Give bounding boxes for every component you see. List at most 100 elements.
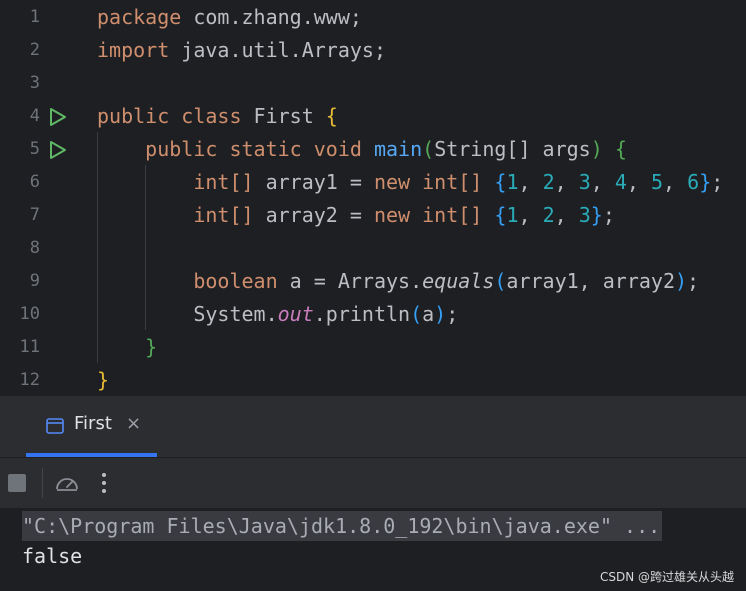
comma: ,: [554, 170, 579, 194]
code-line-8[interactable]: 8: [0, 232, 746, 265]
line-number: 4: [29, 106, 40, 126]
number: 2: [542, 203, 555, 227]
code-line-6[interactable]: 6 int[] array1 = new int[] {1, 2, 3, 4, …: [0, 166, 746, 199]
console-tab-icon: [46, 418, 64, 434]
tab-label: First: [74, 413, 112, 434]
keyword: import: [97, 38, 170, 62]
code-text: array1 =: [253, 170, 374, 194]
code-line-5[interactable]: 5 public static void main(String[] args)…: [0, 133, 746, 166]
line-number: 5: [29, 139, 40, 159]
semicolon: ;: [446, 302, 459, 326]
code-text: System.: [193, 302, 278, 326]
type-keyword: int[]: [193, 203, 254, 227]
console-result-line: false: [22, 544, 83, 568]
toolbar-divider: [42, 468, 43, 498]
number: 1: [506, 170, 519, 194]
type-keyword: int[]: [410, 203, 495, 227]
number: 1: [506, 203, 519, 227]
line-number: 11: [19, 337, 40, 357]
type-keyword: int[]: [193, 170, 254, 194]
run-tool-window: First × "C:\Program Files\Java\jdk1.8.0_…: [0, 396, 746, 591]
code-editor[interactable]: 1 package com.zhang.www; 2 import java.u…: [0, 0, 746, 396]
code-text: array2 =: [253, 203, 374, 227]
code-line-12[interactable]: 12 }: [0, 364, 746, 396]
number: 4: [614, 170, 627, 194]
tab-first[interactable]: First ×: [26, 396, 157, 457]
comma: ,: [663, 170, 688, 194]
keyword: new: [373, 170, 411, 194]
code-line-11[interactable]: 11 }: [0, 331, 746, 364]
line-number: 10: [19, 304, 40, 324]
line-number: 6: [29, 172, 40, 192]
paren: (: [494, 269, 507, 293]
paren: ): [675, 269, 688, 293]
number: 5: [651, 170, 664, 194]
code-text: .println: [313, 302, 411, 326]
keyword: package: [97, 5, 182, 29]
brace: {: [614, 137, 627, 161]
code-line-2[interactable]: 2 import java.util.Arrays;: [0, 34, 746, 67]
params: String[] args: [434, 137, 591, 161]
comma: ,: [518, 203, 543, 227]
code-line-9[interactable]: 9 boolean a = Arrays.equals(array1, arra…: [0, 265, 746, 298]
class-name: First: [241, 104, 326, 128]
paren: ): [590, 137, 603, 161]
keyword: new: [373, 203, 411, 227]
watermark: CSDN @跨过雄关从头越: [599, 570, 734, 584]
brace: }: [590, 203, 603, 227]
keyword: public class: [97, 104, 242, 128]
line-number: 9: [29, 271, 40, 291]
code-text: array1, array2: [506, 269, 675, 293]
brace: {: [494, 170, 507, 194]
code-text: com.zhang.www;: [181, 5, 362, 29]
more-options-icon[interactable]: [96, 470, 112, 496]
profiler-gauge-icon[interactable]: [54, 472, 80, 494]
brace: {: [325, 104, 338, 128]
code-line-4[interactable]: 4 public class First {: [0, 100, 746, 133]
line-number: 8: [29, 238, 40, 258]
code-line-1[interactable]: 1 package com.zhang.www;: [0, 1, 746, 34]
brace: }: [699, 170, 712, 194]
number: 6: [687, 170, 700, 194]
run-gutter-icon[interactable]: [48, 140, 68, 160]
paren: ): [434, 302, 447, 326]
code-line-7[interactable]: 7 int[] array2 = new int[] {1, 2, 3};: [0, 199, 746, 232]
stop-icon[interactable]: [8, 474, 26, 492]
comma: ,: [554, 203, 579, 227]
line-number: 1: [29, 7, 40, 27]
console-toolbar: [0, 458, 746, 508]
console-command-line[interactable]: "C:\Program Files\Java\jdk1.8.0_192\bin\…: [22, 511, 663, 541]
console-output[interactable]: "C:\Program Files\Java\jdk1.8.0_192\bin\…: [0, 508, 746, 591]
line-number: 12: [19, 370, 40, 390]
type-keyword: boolean: [193, 269, 278, 293]
static-field: out: [277, 302, 314, 326]
number: 3: [578, 203, 591, 227]
run-tab-bar: First ×: [0, 396, 746, 458]
brace: }: [145, 335, 158, 359]
semicolon: ;: [687, 269, 700, 293]
paren: (: [410, 302, 423, 326]
static-method: equals: [422, 269, 495, 293]
line-number: 3: [29, 73, 40, 93]
number: 2: [542, 170, 555, 194]
keyword: public static void: [145, 137, 362, 161]
comma: ,: [518, 170, 543, 194]
paren: (: [422, 137, 435, 161]
comma: ,: [590, 170, 615, 194]
code-text: a = Arrays.: [277, 269, 423, 293]
close-icon[interactable]: ×: [126, 415, 142, 433]
code-line-3[interactable]: 3: [0, 67, 746, 100]
code-text: a: [422, 302, 435, 326]
run-gutter-icon[interactable]: [48, 107, 68, 127]
number: 3: [578, 170, 591, 194]
comma: ,: [626, 170, 651, 194]
line-number: 2: [29, 40, 40, 60]
brace: {: [494, 203, 507, 227]
semicolon: ;: [711, 170, 724, 194]
code-text: java.util.Arrays;: [169, 38, 386, 62]
line-number: 7: [29, 205, 40, 225]
code-line-10[interactable]: 10 System.out.println(a);: [0, 298, 746, 331]
semicolon: ;: [602, 203, 615, 227]
type-keyword: int[]: [410, 170, 495, 194]
active-tab-indicator: [26, 453, 157, 457]
